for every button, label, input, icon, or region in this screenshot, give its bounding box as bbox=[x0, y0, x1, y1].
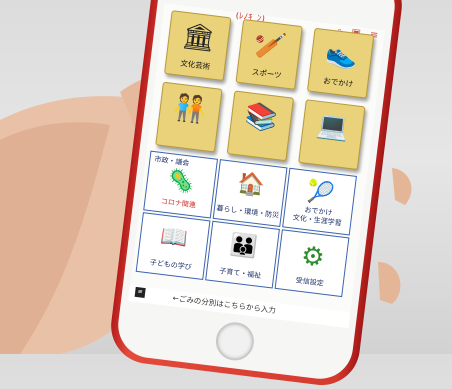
smartphone: (ﾚﾉｷﾞﾝ) ⌕ ▣ ≡ 🏛 文化芸術 🏏 スポーツ 👟 おでかけ 🧑‍🤝‍🧑… bbox=[106, 0, 407, 389]
tile-computer[interactable]: 💻 bbox=[298, 99, 366, 171]
tile-life-environment[interactable]: 🏠 暮らし・環境・防災 bbox=[212, 159, 288, 228]
books-icon: 📚 bbox=[243, 101, 280, 135]
house-icon: 🏠 bbox=[235, 170, 267, 199]
laptop-icon: 💻 bbox=[314, 109, 351, 144]
book-pencil-icon: 📖 bbox=[158, 223, 190, 252]
tile-books[interactable]: 📚 bbox=[226, 90, 295, 162]
tile-outing[interactable]: 👟 おでかけ bbox=[306, 27, 375, 99]
tile-label: 暮らし・環境・防災 bbox=[216, 204, 280, 220]
phone-screen: (ﾚﾉｷﾞﾝ) ⌕ ▣ ≡ 🏛 文化芸術 🏏 スポーツ 👟 おでかけ 🧑‍🤝‍🧑… bbox=[128, 3, 385, 329]
tile-city-council[interactable]: 市政・議会 🦠 コロナ関連 bbox=[143, 150, 219, 219]
sports-icon: 🏏 bbox=[252, 29, 289, 64]
tile-outing-culture[interactable]: 🎾 おでかけ 文化・生涯学習 bbox=[282, 167, 357, 236]
family-icon: 👪 bbox=[228, 232, 259, 261]
gear-icon: ⚙ bbox=[299, 240, 327, 274]
tile-label-bottom: コロナ関連 bbox=[160, 197, 197, 210]
tile-childcare-welfare[interactable]: 👪 子育て・福祉 bbox=[205, 220, 280, 289]
tile-meeting[interactable]: 🧑‍🤝‍🧑 bbox=[155, 81, 223, 153]
tile-label: 受信設定 bbox=[295, 276, 325, 288]
theater-icon: 🏛 bbox=[180, 20, 217, 55]
tile-children-learning[interactable]: 📖 子どもの学び bbox=[135, 212, 211, 281]
virus-icon: 🦠 bbox=[165, 168, 197, 197]
tile-label: 子どもの学び bbox=[149, 258, 193, 272]
tile-sports[interactable]: 🏏 スポーツ bbox=[235, 18, 303, 90]
shoe-cap-icon: 👟 bbox=[323, 38, 360, 73]
tile-receive-settings[interactable]: ⚙ 受信設定 bbox=[274, 229, 350, 298]
tile-label: おでかけ bbox=[322, 76, 354, 89]
tile-culture-arts[interactable]: 🏛 文化芸術 bbox=[163, 10, 232, 82]
tile-label: 文化芸術 bbox=[179, 58, 211, 72]
people-table-icon: 🧑‍🤝‍🧑 bbox=[171, 92, 208, 126]
list-icon[interactable]: ≡ bbox=[134, 286, 146, 299]
tile-label: スポーツ bbox=[251, 67, 283, 81]
tile-label: 子育て・福祉 bbox=[218, 266, 262, 281]
